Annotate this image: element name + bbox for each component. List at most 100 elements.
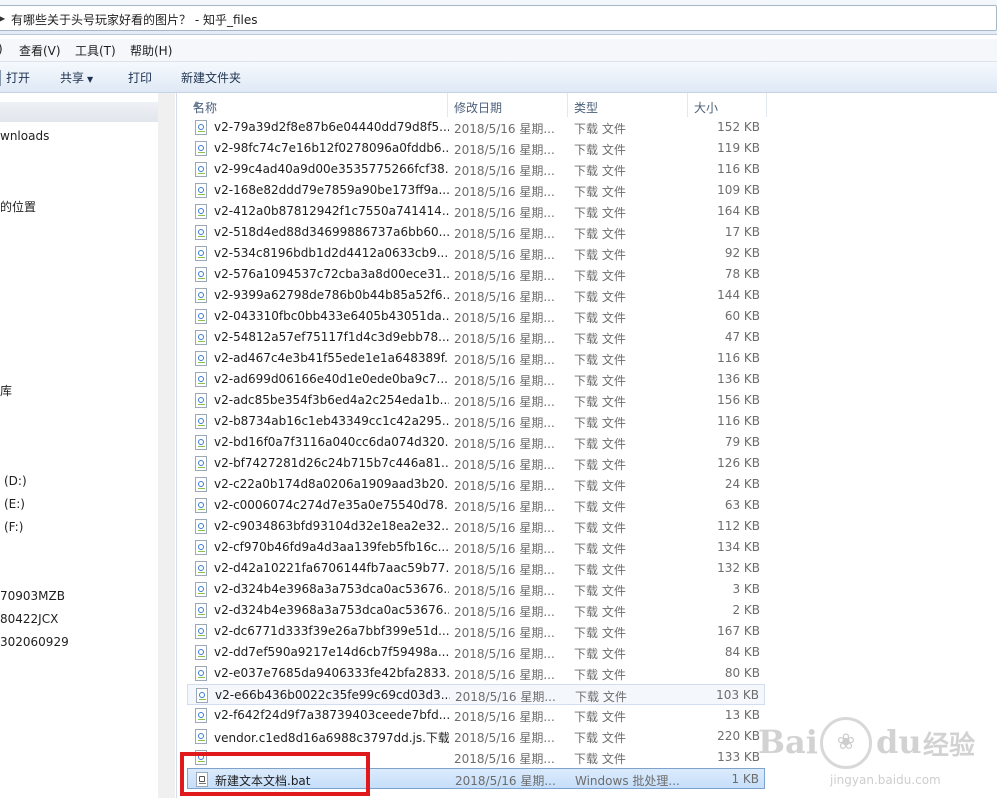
file-row[interactable]: v2-e037e7685da9406333fe42bfa2833... 2018/…	[187, 663, 765, 684]
file-row[interactable]: v2-bf7427281d26c24b715b7c446a81... 2018/5…	[187, 453, 765, 474]
file-row[interactable]: vendor.c1ed8d16a6988c3797dd.js.下载 2018/5/…	[187, 726, 765, 747]
file-row[interactable]: v2-dd7ef590a9217e14d6cb7f59498a... 2018/5…	[187, 642, 765, 663]
file-list-pane: 名称 ▲ 修改日期 类型 大小 v2-79a39d2f8e87b6e04440d…	[177, 93, 997, 798]
file-row[interactable]: v2-cf970b46fd9a4d3aa139feb5fb16c... 2018/…	[187, 537, 765, 558]
file-name: v2-d324b4e3968a3a753dca0ac53676...	[214, 582, 449, 596]
address-path[interactable]: 有哪些关于头号玩家好看的图片？ - 知乎_files	[11, 11, 258, 28]
file-size: 126 KB	[717, 456, 760, 470]
open-button[interactable]: 打开	[6, 69, 30, 86]
nav-item-drive-e[interactable]: (E:)	[4, 497, 25, 511]
file-name: v2-043310fbc0bb433e6405b43051da...	[214, 309, 449, 323]
column-header-type[interactable]: 类型	[568, 93, 687, 117]
file-row[interactable]: v2-534c8196bdb1d2d4412a0633cb9... 2018/5/…	[187, 243, 765, 264]
file-name: v2-dd7ef590a9217e14d6cb7f59498a...	[214, 645, 449, 659]
web-file-icon	[195, 204, 207, 219]
address-bar[interactable]: ▶ 有哪些关于头号玩家好看的图片？ - 知乎_files	[0, 5, 997, 31]
file-size: 119 KB	[717, 141, 760, 155]
file-type: 下载 文件	[574, 500, 626, 514]
file-size: 167 KB	[717, 624, 760, 638]
web-file-icon	[195, 246, 207, 261]
file-row[interactable]: v2-043310fbc0bb433e6405b43051da... 2018/5…	[187, 306, 765, 327]
watermark-brand-right: du	[876, 723, 922, 761]
file-name: v2-dc6771d333f39e26a7bbf399e51d...	[214, 624, 449, 638]
file-type: 下载 文件	[574, 311, 626, 325]
nav-item-network-2[interactable]: 80422JCX	[0, 612, 58, 626]
file-row[interactable]: v2-99c4ad40a9d00e3535775266fcf38... 2018/…	[187, 159, 765, 180]
column-header-size[interactable]: 大小	[688, 93, 766, 117]
file-row[interactable]: v2-ad699d06166e40d1e0ede0ba9c7... 2018/5/…	[187, 369, 765, 390]
file-row[interactable]: v2-79a39d2f8e87b6e04440dd79d8f5... 2018/5…	[187, 117, 765, 138]
file-row[interactable]: v2-518d4ed88d34699886737a6bb60... 2018/5/…	[187, 222, 765, 243]
file-row[interactable]: v2-c22a0b174d8a0206a1909aad3b20... 2018/5…	[187, 474, 765, 495]
file-row[interactable]: v2-ad467c4e3b41f55ede1e1a648389f... 2018/…	[187, 348, 765, 369]
file-row[interactable]: v2-dc6771d333f39e26a7bbf399e51d... 2018/5…	[187, 621, 765, 642]
file-row[interactable]: v2-c0006074c274d7e35a0e75540d78... 2018/5…	[187, 495, 765, 516]
web-file-icon	[195, 561, 207, 576]
file-row[interactable]: v2-576a1094537c72cba3a8d00ece31... 2018/5…	[187, 264, 765, 285]
paw-logo-icon: ❀	[820, 717, 872, 769]
file-row[interactable]: v2-98fc74c7e16b12f0278096a0fddb6... 2018/…	[187, 138, 765, 159]
web-file-icon	[195, 519, 207, 534]
file-row[interactable]: v2-412a0b87812942f1c7550a741414... 2018/5…	[187, 201, 765, 222]
print-button[interactable]: 打印	[128, 69, 152, 86]
menu-view[interactable]: 查看(V)	[19, 42, 61, 59]
file-size: 136 KB	[717, 372, 760, 386]
file-row[interactable]: v2-f642f24d9f7a38739403ceede7bfd... 2018/…	[187, 705, 765, 726]
file-date: 2018/5/16 星期...	[454, 227, 555, 241]
column-header-name[interactable]: 名称 ▲	[187, 93, 447, 117]
nav-item-drive-f[interactable]: (F:)	[4, 520, 23, 534]
file-name: v2-ad467c4e3b41f55ede1e1a648389f...	[214, 351, 449, 365]
nav-scrollbar[interactable]	[158, 93, 175, 798]
web-file-icon	[195, 162, 207, 177]
nav-item-recent-places[interactable]: 的位置	[0, 198, 36, 215]
file-type: 下载 文件	[574, 395, 626, 409]
file-row[interactable]: v2-d324b4e3968a3a753dca0ac53676... 2018/5…	[187, 579, 765, 600]
column-header-date[interactable]: 修改日期	[448, 93, 567, 117]
new-folder-button[interactable]: 新建文件夹	[181, 69, 241, 86]
file-row[interactable]: v2-168e82ddd79e7859a90be173ff9a... 2018/5…	[187, 180, 765, 201]
nav-item-downloads[interactable]: wnloads	[0, 129, 49, 143]
batch-file-icon	[196, 772, 208, 787]
file-name: v2-b8734ab16c1eb43349cc1c42a295...	[214, 414, 449, 428]
file-row[interactable]: v2-bd16f0a7f3116a040cc6da074d320... 2018/…	[187, 432, 765, 453]
nav-item-libraries[interactable]: 库	[0, 382, 12, 399]
menu-tools[interactable]: 工具(T)	[75, 42, 116, 59]
file-row[interactable]: v2-e66b436b0022c35fe99c69cd03d3... 2018/5…	[187, 684, 765, 705]
file-size: 17 KB	[724, 225, 760, 239]
file-row[interactable]: v2-adc85be354f3b6ed4a2c254eda1b... 2018/5…	[187, 390, 765, 411]
nav-item-network-1[interactable]: 70903MZB	[0, 589, 65, 603]
file-date: 2018/5/16 星期...	[454, 311, 555, 325]
column-date-label: 修改日期	[454, 101, 503, 115]
file-row[interactable]: v2-c9034863bfd93104d32e18ea2e32... 2018/5…	[187, 516, 765, 537]
file-row[interactable]: 新建文本文档.bat 2018/5/16 星期... Windows 批处理... 1…	[187, 768, 765, 789]
breadcrumb-arrow-icon[interactable]: ▶	[0, 14, 5, 23]
file-type: 下载 文件	[574, 584, 626, 598]
file-row[interactable]: v2-d42a10221fa6706144fb7aac59b77... 2018/…	[187, 558, 765, 579]
file-row[interactable]: 2018/5/16 星期... 下载 文件 133 KB	[187, 747, 765, 768]
file-size: 134 KB	[717, 540, 760, 554]
file-type: 下载 文件	[574, 437, 626, 451]
menu-edit-fragment[interactable]: )	[0, 42, 3, 56]
nav-item-network-3[interactable]: 302060929	[0, 635, 69, 649]
file-date: 2018/5/16 星期...	[454, 290, 555, 304]
file-row[interactable]: v2-b8734ab16c1eb43349cc1c42a295... 2018/5…	[187, 411, 765, 432]
web-file-icon	[195, 183, 207, 198]
file-row[interactable]: v2-d324b4e3968a3a753dca0ac53676... 2018/5…	[187, 600, 765, 621]
file-row[interactable]: v2-9399a62798de786b0b44b85a52f6... 2018/5…	[187, 285, 765, 306]
file-date: 2018/5/16 星期...	[454, 437, 555, 451]
file-type: 下载 文件	[574, 731, 626, 745]
nav-item-drive-d[interactable]: (D:)	[4, 474, 27, 488]
file-row[interactable]: v2-54812a57ef75117f1d4c3d9ebb78... 2018/5…	[187, 327, 765, 348]
column-type-label: 类型	[574, 101, 599, 115]
column-divider[interactable]	[766, 93, 767, 117]
share-button[interactable]: 共享 ▼	[60, 69, 93, 86]
nav-favorites-header[interactable]	[0, 102, 172, 122]
file-type: 下载 文件	[574, 710, 626, 724]
command-bar: 打开 共享 ▼ 打印 新建文件夹	[0, 62, 997, 93]
file-size: 78 KB	[724, 267, 760, 281]
menu-help[interactable]: 帮助(H)	[130, 42, 172, 59]
file-name: v2-c0006074c274d7e35a0e75540d78...	[214, 498, 449, 512]
web-file-icon	[195, 645, 207, 660]
file-type: 下载 文件	[574, 206, 626, 220]
file-date: 2018/5/16 星期...	[454, 584, 555, 598]
